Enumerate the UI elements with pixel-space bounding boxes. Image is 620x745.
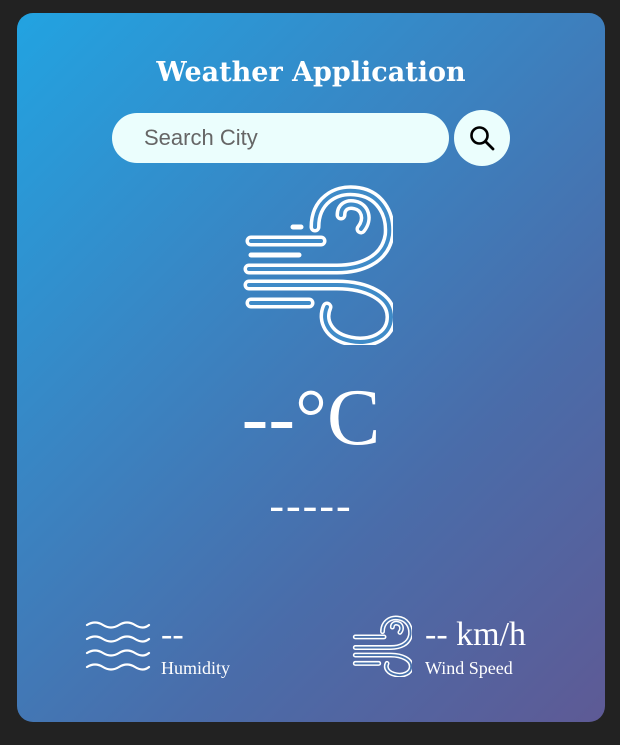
app-title: Weather Application <box>156 57 466 88</box>
temperature-value: --°C <box>241 374 381 462</box>
wind-speed-value: -- km/h <box>425 616 527 653</box>
search-input[interactable] <box>112 113 449 163</box>
wind-speed-detail: -- km/h Wind Speed <box>350 613 590 683</box>
weather-card: Weather Application Search City --°C ---… <box>17 13 605 722</box>
humidity-waves-icon <box>85 621 151 671</box>
humidity-value: -- <box>161 616 184 653</box>
search-button[interactable] <box>454 110 510 166</box>
wind-icon <box>352 615 412 677</box>
weather-description: ----- <box>269 481 353 530</box>
wind-speed-label: Wind Speed <box>425 658 513 678</box>
humidity-detail: -- Humidity <box>85 613 285 683</box>
search-icon <box>470 126 495 151</box>
humidity-label: Humidity <box>161 658 231 678</box>
wind-icon <box>243 185 393 345</box>
